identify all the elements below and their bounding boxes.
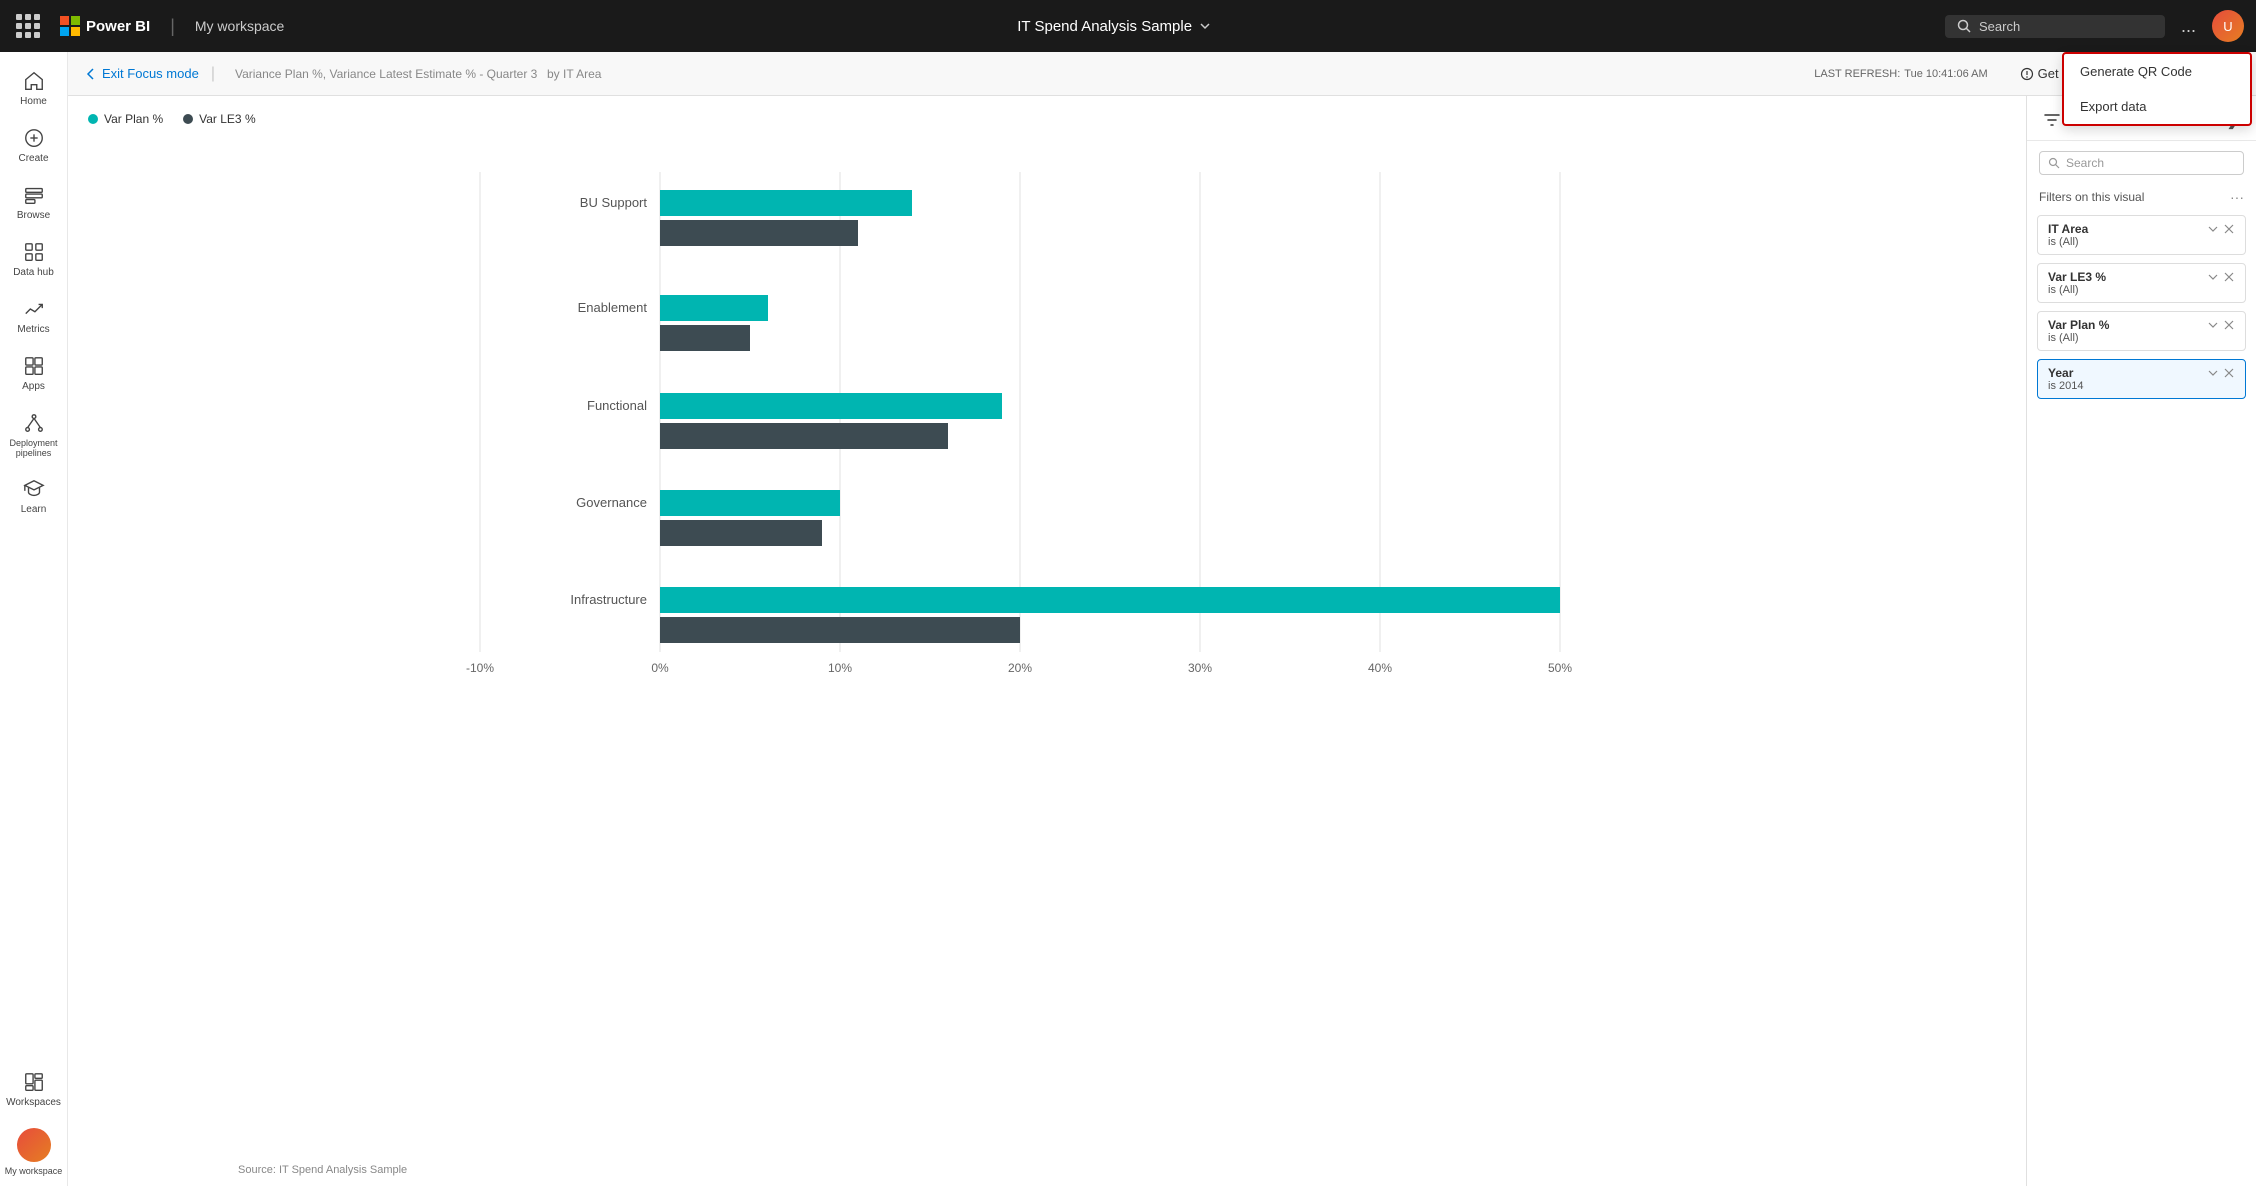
- svg-text:10%: 10%: [828, 661, 852, 675]
- sidebar-label-myworkspace: My workspace: [5, 1166, 63, 1176]
- nav-center: IT Spend Analysis Sample: [300, 18, 1929, 35]
- chevron-down-icon[interactable]: [2207, 271, 2219, 283]
- clear-icon[interactable]: [2223, 271, 2235, 283]
- filter-card-itarea[interactable]: IT Area is (All): [2037, 215, 2246, 255]
- chart-title: Variance Plan %, Variance Latest Estimat…: [235, 66, 601, 81]
- datahub-icon: [23, 241, 45, 263]
- sidebar-item-workspaces[interactable]: Workspaces: [0, 1063, 67, 1116]
- sidebar-label-learn: Learn: [21, 504, 47, 515]
- workspaces-icon: [23, 1071, 45, 1093]
- browse-icon: [23, 184, 45, 206]
- clear-icon[interactable]: [2223, 319, 2235, 331]
- filter-card-varle3-value: is (All): [2048, 284, 2235, 296]
- svg-text:-10%: -10%: [466, 661, 494, 675]
- sidebar-item-apps[interactable]: Apps: [0, 347, 67, 400]
- chevron-down-icon[interactable]: [2207, 319, 2219, 331]
- sidebar-label-metrics: Metrics: [17, 324, 49, 335]
- dropdown-generate-qr[interactable]: Generate QR Code: [2064, 54, 2250, 89]
- legend-item-varplan: Var Plan %: [88, 112, 163, 126]
- filter-card-year[interactable]: Year is 2014: [2037, 359, 2246, 399]
- sidebar-label-deployment: Deployment pipelines: [4, 438, 63, 458]
- chevron-down-icon[interactable]: [2207, 367, 2219, 379]
- legend-dot-varle3: [183, 114, 193, 124]
- chevron-down-icon[interactable]: [2207, 223, 2219, 235]
- svg-text:Infrastructure: Infrastructure: [570, 592, 647, 607]
- sidebar-label-browse: Browse: [17, 210, 50, 221]
- legend-dot-varplan: [88, 114, 98, 124]
- nav-right: Search ... U: [1945, 10, 2244, 42]
- clear-icon[interactable]: [2223, 367, 2235, 379]
- svg-text:Functional: Functional: [587, 398, 647, 413]
- filter-card-varplan-value: is (All): [2048, 332, 2235, 344]
- svg-text:50%: 50%: [1548, 661, 1572, 675]
- source-text: Source: IT Spend Analysis Sample: [238, 1164, 407, 1176]
- learn-icon: [23, 478, 45, 500]
- chart-legend: Var Plan % Var LE3 %: [88, 112, 2006, 126]
- svg-text:0%: 0%: [651, 661, 669, 675]
- my-workspace-avatar: [17, 1128, 51, 1162]
- home-icon: [23, 70, 45, 92]
- user-avatar[interactable]: U: [2212, 10, 2244, 42]
- sidebar-item-datahub[interactable]: Data hub: [0, 233, 67, 286]
- report-title: IT Spend Analysis Sample: [1017, 18, 1212, 35]
- search-icon: [1957, 19, 1971, 33]
- chart-area: Var Plan % Var LE3 %: [68, 96, 2026, 1186]
- filter-card-varplan[interactable]: Var Plan % is (All): [2037, 311, 2246, 351]
- deployment-icon: [23, 412, 45, 434]
- svg-text:BU Support: BU Support: [580, 195, 648, 210]
- sidebar-item-home[interactable]: Home: [0, 62, 67, 115]
- sidebar-item-browse[interactable]: Browse: [0, 176, 67, 229]
- sub-header: Exit Focus mode | Variance Plan %, Varia…: [68, 52, 2256, 96]
- bar-chart: BU Support Enablement Functional Governa…: [88, 142, 2006, 702]
- top-search-box[interactable]: Search: [1945, 15, 2165, 38]
- nav-more-button[interactable]: ...: [2177, 12, 2200, 41]
- sidebar-label-apps: Apps: [22, 381, 45, 392]
- filter-search-box[interactable]: Search: [2039, 151, 2244, 175]
- chevron-down-icon[interactable]: [1198, 19, 1212, 33]
- filters-on-visual-more[interactable]: ···: [2230, 189, 2244, 205]
- microsoft-logo: Power BI: [60, 16, 150, 36]
- filters-on-visual-label: Filters on this visual ···: [2027, 185, 2256, 211]
- svg-text:20%: 20%: [1008, 661, 1032, 675]
- dropdown-menu: Generate QR Code Export data: [2062, 52, 2252, 126]
- filter-icon: [2043, 111, 2061, 129]
- sidebar-label-home: Home: [20, 96, 47, 107]
- filters-panel: Filters ❯ Search Filters on this visual …: [2026, 96, 2256, 1186]
- svg-text:40%: 40%: [1368, 661, 1392, 675]
- sidebar-label-workspaces: Workspaces: [6, 1097, 61, 1108]
- filter-card-year-value: is 2014: [2048, 380, 2235, 392]
- sidebar-item-myworkspace[interactable]: My workspace: [0, 1120, 67, 1184]
- app-name: Power BI: [86, 18, 150, 35]
- sidebar: Home Create Browse Data hub Metrics Apps: [0, 52, 68, 1186]
- apps-grid-icon[interactable]: [12, 10, 44, 42]
- apps-icon: [23, 355, 45, 377]
- filter-card-varle3[interactable]: Var LE3 % is (All): [2037, 263, 2246, 303]
- sidebar-item-learn[interactable]: Learn: [0, 470, 67, 523]
- main-content: Var Plan % Var LE3 %: [68, 96, 2256, 1186]
- last-refresh: LAST REFRESH: Tue 10:41:06 AM: [1814, 68, 1987, 80]
- exit-focus-button[interactable]: Exit Focus mode: [84, 66, 199, 81]
- filter-card-itarea-value: is (All): [2048, 236, 2235, 248]
- filter-search-icon: [2048, 157, 2060, 169]
- workspace-label[interactable]: My workspace: [195, 18, 284, 34]
- insights-icon: [2020, 67, 2034, 81]
- sidebar-item-deployment[interactable]: Deployment pipelines: [0, 404, 67, 466]
- svg-text:Enablement: Enablement: [578, 300, 648, 315]
- create-icon: [23, 127, 45, 149]
- sidebar-item-metrics[interactable]: Metrics: [0, 290, 67, 343]
- back-icon: [84, 67, 98, 81]
- svg-text:Governance: Governance: [576, 495, 647, 510]
- sidebar-item-create[interactable]: Create: [0, 119, 67, 172]
- svg-text:30%: 30%: [1188, 661, 1212, 675]
- sidebar-label-datahub: Data hub: [13, 267, 54, 278]
- top-nav: Power BI | My workspace IT Spend Analysi…: [0, 0, 2256, 52]
- metrics-icon: [23, 298, 45, 320]
- sidebar-label-create: Create: [18, 153, 48, 164]
- legend-item-varle3: Var LE3 %: [183, 112, 255, 126]
- dropdown-export-data[interactable]: Export data: [2064, 89, 2250, 124]
- clear-icon[interactable]: [2223, 223, 2235, 235]
